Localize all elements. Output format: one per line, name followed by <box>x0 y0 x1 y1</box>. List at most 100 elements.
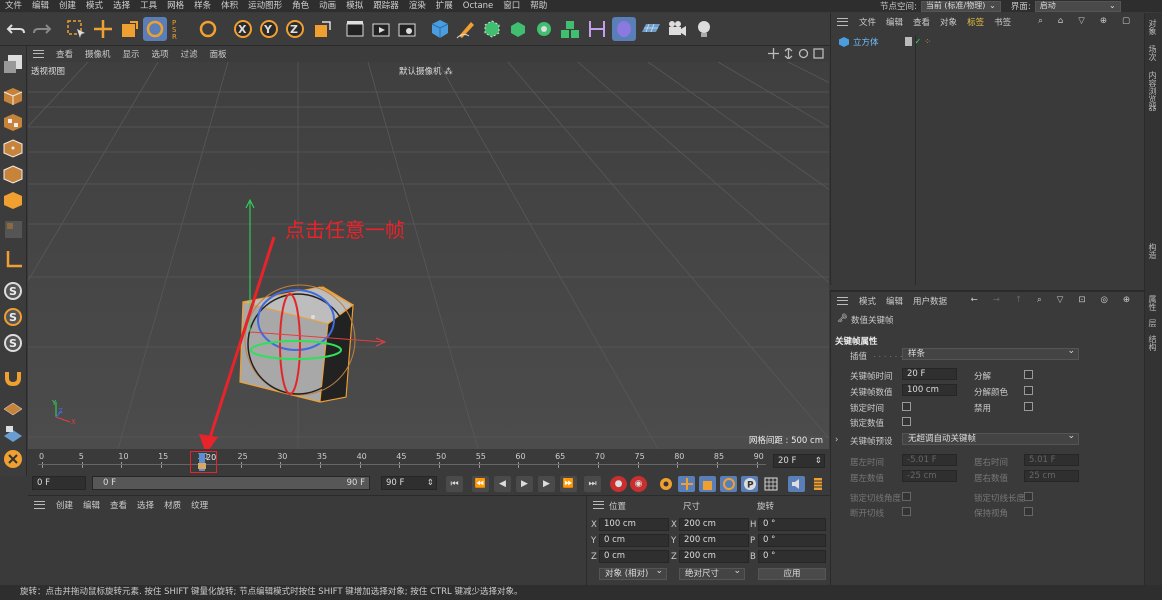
rot-p-field[interactable]: 0 ° <box>758 534 826 547</box>
snap-button[interactable]: S <box>2 280 25 303</box>
play-button[interactable]: ▶ <box>516 476 533 492</box>
lock-workplane-button[interactable] <box>2 422 25 445</box>
menu-edit[interactable]: 编辑 <box>27 0 54 12</box>
axis-mode-button[interactable] <box>2 248 25 271</box>
viewport-menu-view[interactable]: 查看 <box>50 48 79 60</box>
menu-volume[interactable]: 体积 <box>216 0 243 12</box>
rotate-button[interactable] <box>143 17 167 41</box>
menu-file[interactable]: 文件 <box>0 0 27 12</box>
psr-button[interactable]: PSR <box>169 17 183 41</box>
next-key-button[interactable]: ⏩ <box>560 476 577 492</box>
perspective-viewport[interactable]: 透视视图 默认摄像机 ⁂ 点击任意一帧 网格间距 : 500 cm Y Z X <box>28 62 829 449</box>
key-value-field[interactable]: 100 cm <box>902 384 957 396</box>
dolly-view-icon[interactable] <box>783 48 794 59</box>
tab-objects[interactable]: 对象 <box>1147 19 1158 35</box>
up-arrow-icon[interactable]: ↑ <box>1010 295 1027 305</box>
autokey-button[interactable]: ◉ <box>630 476 647 492</box>
object-menu-file[interactable]: 文件 <box>854 16 881 28</box>
film-button[interactable] <box>809 476 826 492</box>
make-editable-button[interactable] <box>2 52 25 75</box>
pos-x-field[interactable]: 100 cm <box>599 518 669 531</box>
layout-dropdown[interactable]: 启动 ⌄ <box>1034 0 1121 12</box>
material-menu-select[interactable]: 选择 <box>132 499 159 511</box>
split-color-checkbox[interactable] <box>1024 386 1033 395</box>
material-menu-material[interactable]: 材质 <box>159 499 186 511</box>
menu-render[interactable]: 渲染 <box>404 0 431 12</box>
menu-help[interactable]: 帮助 <box>525 0 552 12</box>
start-frame-field[interactable]: 0 F <box>32 476 86 490</box>
floor-button[interactable] <box>639 17 663 41</box>
viewport-menu-display[interactable]: 显示 <box>117 48 146 60</box>
point-level-button[interactable] <box>762 476 779 492</box>
menu-window[interactable]: 窗口 <box>498 0 525 12</box>
viewport-canvas[interactable] <box>28 62 829 449</box>
snap-settings-button[interactable]: S <box>2 306 25 329</box>
deformer-button[interactable] <box>585 17 609 41</box>
tag-icon[interactable]: ⁘ <box>924 37 931 46</box>
menu-extensions[interactable]: 扩展 <box>431 0 458 12</box>
menu-tracker[interactable]: 跟踪器 <box>368 0 404 12</box>
menu-mode[interactable]: 模式 <box>81 0 108 12</box>
rotate-view-icon[interactable] <box>798 48 809 59</box>
edges-mode-button[interactable] <box>2 163 25 186</box>
viewport-menu-camera[interactable]: 摄像机 <box>79 48 117 60</box>
keyframe-selection-button[interactable] <box>657 476 674 492</box>
attribute-menu-userdata[interactable]: 用户数据 <box>908 295 952 307</box>
left-time-field[interactable]: -5.01 F <box>902 454 957 466</box>
menu-simulate[interactable]: 模拟 <box>341 0 368 12</box>
material-menu-edit[interactable]: 编辑 <box>78 499 105 511</box>
frame-range-slider[interactable]: 0 F 90 F <box>92 476 370 490</box>
maximize-icon[interactable]: ▢ <box>1117 16 1135 26</box>
rot-h-field[interactable]: 0 ° <box>758 518 826 531</box>
menu-icon[interactable] <box>33 50 44 58</box>
menu-icon[interactable] <box>837 18 848 26</box>
menu-character[interactable]: 角色 <box>287 0 314 12</box>
size-mode-dropdown[interactable]: 绝对尺寸 <box>679 566 745 580</box>
new-panel-icon[interactable]: ⊕ <box>1095 16 1112 26</box>
mograph-cloner-button[interactable] <box>532 17 556 41</box>
magnet-button[interactable] <box>2 366 25 389</box>
maximize-view-icon[interactable] <box>813 48 824 59</box>
preset-dropdown[interactable]: 无超调自动关键帧 <box>902 431 1079 445</box>
next-frame-button[interactable]: ▶ <box>538 476 555 492</box>
viewport-menu-filter[interactable]: 过滤 <box>175 48 204 60</box>
left-value-field[interactable]: -25 cm <box>902 470 957 482</box>
symmetry-button[interactable] <box>2 448 25 471</box>
workplane-button[interactable] <box>2 396 25 419</box>
object-menu-edit[interactable]: 编辑 <box>881 16 908 28</box>
size-z-field[interactable]: 200 cm <box>679 550 749 563</box>
split-checkbox[interactable] <box>1024 370 1033 379</box>
uv-mode-button[interactable] <box>2 218 25 241</box>
menu-tools[interactable]: 工具 <box>135 0 162 12</box>
menu-mograph[interactable]: 运动图形 <box>243 0 287 12</box>
render-to-picture-viewer-button[interactable] <box>369 17 393 41</box>
size-y-field[interactable]: 200 cm <box>679 534 749 547</box>
apply-button[interactable]: 应用 <box>758 568 826 580</box>
undo-button[interactable] <box>4 17 28 41</box>
scale-button[interactable] <box>117 17 141 41</box>
key-time-field[interactable]: 20 F <box>902 368 957 380</box>
disable-checkbox[interactable] <box>1024 402 1033 411</box>
viewport-menu-panel[interactable]: 面板 <box>204 48 233 60</box>
menu-octane[interactable]: Octane <box>458 0 499 12</box>
array-button[interactable] <box>506 17 530 41</box>
menu-icon[interactable] <box>593 501 604 509</box>
light-button[interactable] <box>692 17 716 41</box>
texture-mode-button[interactable] <box>2 111 25 134</box>
coordinate-mode-dropdown[interactable]: 对象 (相对) <box>599 566 667 580</box>
effector-button[interactable] <box>612 17 636 41</box>
viewport-menu-options[interactable]: 选项 <box>146 48 175 60</box>
attribute-menu-edit[interactable]: 编辑 <box>881 295 908 307</box>
tab-attributes[interactable]: 属性 <box>1147 295 1158 311</box>
move-view-icon[interactable] <box>768 48 779 59</box>
points-mode-button[interactable] <box>2 137 25 160</box>
object-row-cube[interactable]: 立方体 ✓ ⁘ <box>839 35 1139 48</box>
pos-y-field[interactable]: 0 cm <box>599 534 669 547</box>
scale-key-button[interactable] <box>699 476 716 492</box>
object-menu-view[interactable]: 查看 <box>908 16 935 28</box>
redo-button[interactable] <box>30 17 54 41</box>
back-arrow-icon[interactable]: ← <box>966 295 983 305</box>
timeline-ruler[interactable]: 051015202530354045505560657075808590 20 … <box>28 449 829 473</box>
go-to-end-button[interactable]: ⏭ <box>584 476 601 492</box>
tab-content-browser[interactable]: 内容浏览器 <box>1147 71 1158 111</box>
